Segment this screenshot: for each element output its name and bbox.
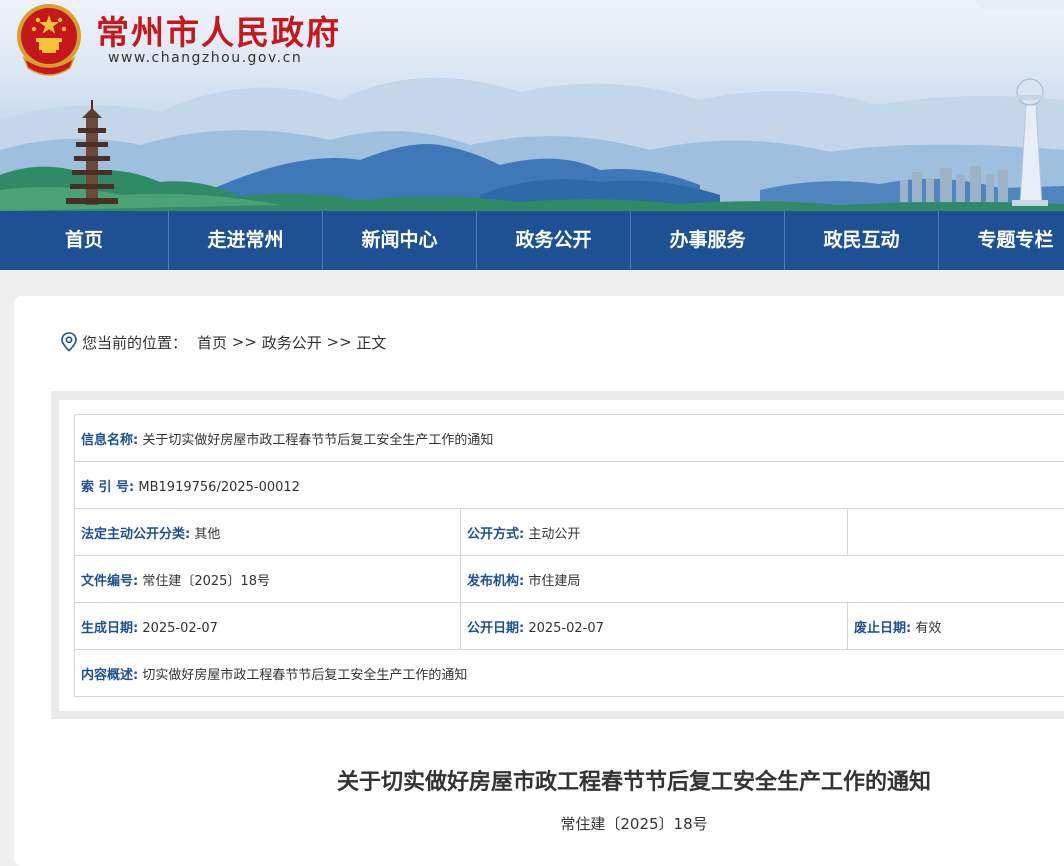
index-number-cell: 索 引 号: MB1919756/2025-00012: [75, 462, 1064, 509]
nav-item-home[interactable]: 首页: [0, 211, 168, 270]
table-row: 信息名称: 关于切实做好房屋市政工程春节节后复工安全生产工作的通知: [75, 415, 1064, 462]
table-row: 法定主动公开分类: 其他 公开方式: 主动公开: [75, 509, 1064, 556]
nav-item-about-changzhou[interactable]: 走进常州: [168, 211, 322, 270]
empty-cell: [848, 509, 1064, 556]
summary-value: 切实做好房屋市政工程春节节后复工安全生产工作的通知: [142, 668, 467, 683]
document-number-label: 文件编号:: [81, 574, 138, 589]
index-number-value: MB1919756/2025-00012: [138, 480, 300, 495]
breadcrumb-prefix: 您当前的位置：: [82, 332, 187, 353]
table-row: 生成日期: 2025-02-07 公开日期: 2025-02-07 废止日期: …: [75, 603, 1064, 650]
site-url: www.changzhou.gov.cn: [108, 50, 302, 66]
breadcrumb-separator: >>: [322, 333, 357, 351]
expiry-date-cell: 废止日期: 有效: [848, 603, 1064, 650]
published-date-value: 2025-02-07: [528, 621, 604, 636]
summary-label: 内容概述:: [81, 668, 138, 683]
expiry-date-label: 废止日期:: [854, 621, 911, 636]
category-value: 其他: [194, 527, 220, 542]
nav-item-special-topics[interactable]: 专题专栏: [938, 211, 1064, 270]
main-nav: 首页 走进常州 新闻中心 政务公开 办事服务 政民互动 专题专栏: [0, 211, 1064, 270]
article-document-number: 常住建〔2025〕18号: [0, 813, 1064, 834]
breadcrumb-current: 正文: [356, 332, 386, 353]
created-date-cell: 生成日期: 2025-02-07: [75, 603, 461, 650]
breadcrumb-separator: >>: [227, 333, 262, 351]
summary-cell: 内容概述: 切实做好房屋市政工程春节节后复工安全生产工作的通知: [75, 650, 1064, 697]
info-name-cell: 信息名称: 关于切实做好房屋市政工程春节节后复工安全生产工作的通知: [75, 415, 1064, 462]
disclosure-method-value: 主动公开: [528, 527, 580, 542]
disclosure-method-label: 公开方式:: [467, 527, 524, 542]
site-title[interactable]: 常州市人民政府: [96, 6, 341, 54]
header-banner: 常州市人民政府 www.changzhou.gov.cn: [0, 0, 1064, 211]
document-info-table: 信息名称: 关于切实做好房屋市政工程春节节后复工安全生产工作的通知 索 引 号:…: [74, 414, 1064, 697]
nav-item-interaction[interactable]: 政民互动: [784, 211, 938, 270]
info-name-value: 关于切实做好房屋市政工程春节节后复工安全生产工作的通知: [142, 433, 493, 448]
created-date-label: 生成日期:: [81, 621, 138, 636]
table-row: 内容概述: 切实做好房屋市政工程春节节后复工安全生产工作的通知: [75, 650, 1064, 697]
breadcrumb: 您当前的位置： 首页 >> 政务公开 >> 正文: [60, 331, 386, 353]
info-name-label: 信息名称:: [81, 433, 138, 448]
publisher-label: 发布机构:: [467, 574, 524, 589]
top-corner-tab: [975, 0, 1064, 10]
publisher-cell: 发布机构: 市住建局: [461, 556, 1064, 603]
created-date-value: 2025-02-07: [142, 621, 218, 636]
category-cell: 法定主动公开分类: 其他: [75, 509, 461, 556]
location-pin-icon: [60, 332, 78, 352]
document-number-cell: 文件编号: 常住建〔2025〕18号: [75, 556, 461, 603]
document-number-value: 常住建〔2025〕18号: [142, 574, 270, 589]
disclosure-method-cell: 公开方式: 主动公开: [461, 509, 848, 556]
published-date-cell: 公开日期: 2025-02-07: [461, 603, 848, 650]
breadcrumb-section-link[interactable]: 政务公开: [262, 332, 322, 353]
nav-item-services[interactable]: 办事服务: [630, 211, 784, 270]
index-number-label: 索 引 号:: [81, 480, 134, 495]
publisher-value: 市住建局: [528, 574, 580, 589]
article-title: 关于切实做好房屋市政工程春节节后复工安全生产工作的通知: [0, 764, 1064, 796]
nav-item-government-affairs[interactable]: 政务公开: [476, 211, 630, 270]
table-row: 文件编号: 常住建〔2025〕18号 发布机构: 市住建局: [75, 556, 1064, 603]
table-row: 索 引 号: MB1919756/2025-00012: [75, 462, 1064, 509]
category-label: 法定主动公开分类:: [81, 527, 190, 542]
national-emblem-icon: [14, 2, 84, 76]
nav-item-news-center[interactable]: 新闻中心: [322, 211, 476, 270]
published-date-label: 公开日期:: [467, 621, 524, 636]
breadcrumb-home-link[interactable]: 首页: [197, 332, 227, 353]
expiry-date-value: 有效: [915, 621, 941, 636]
